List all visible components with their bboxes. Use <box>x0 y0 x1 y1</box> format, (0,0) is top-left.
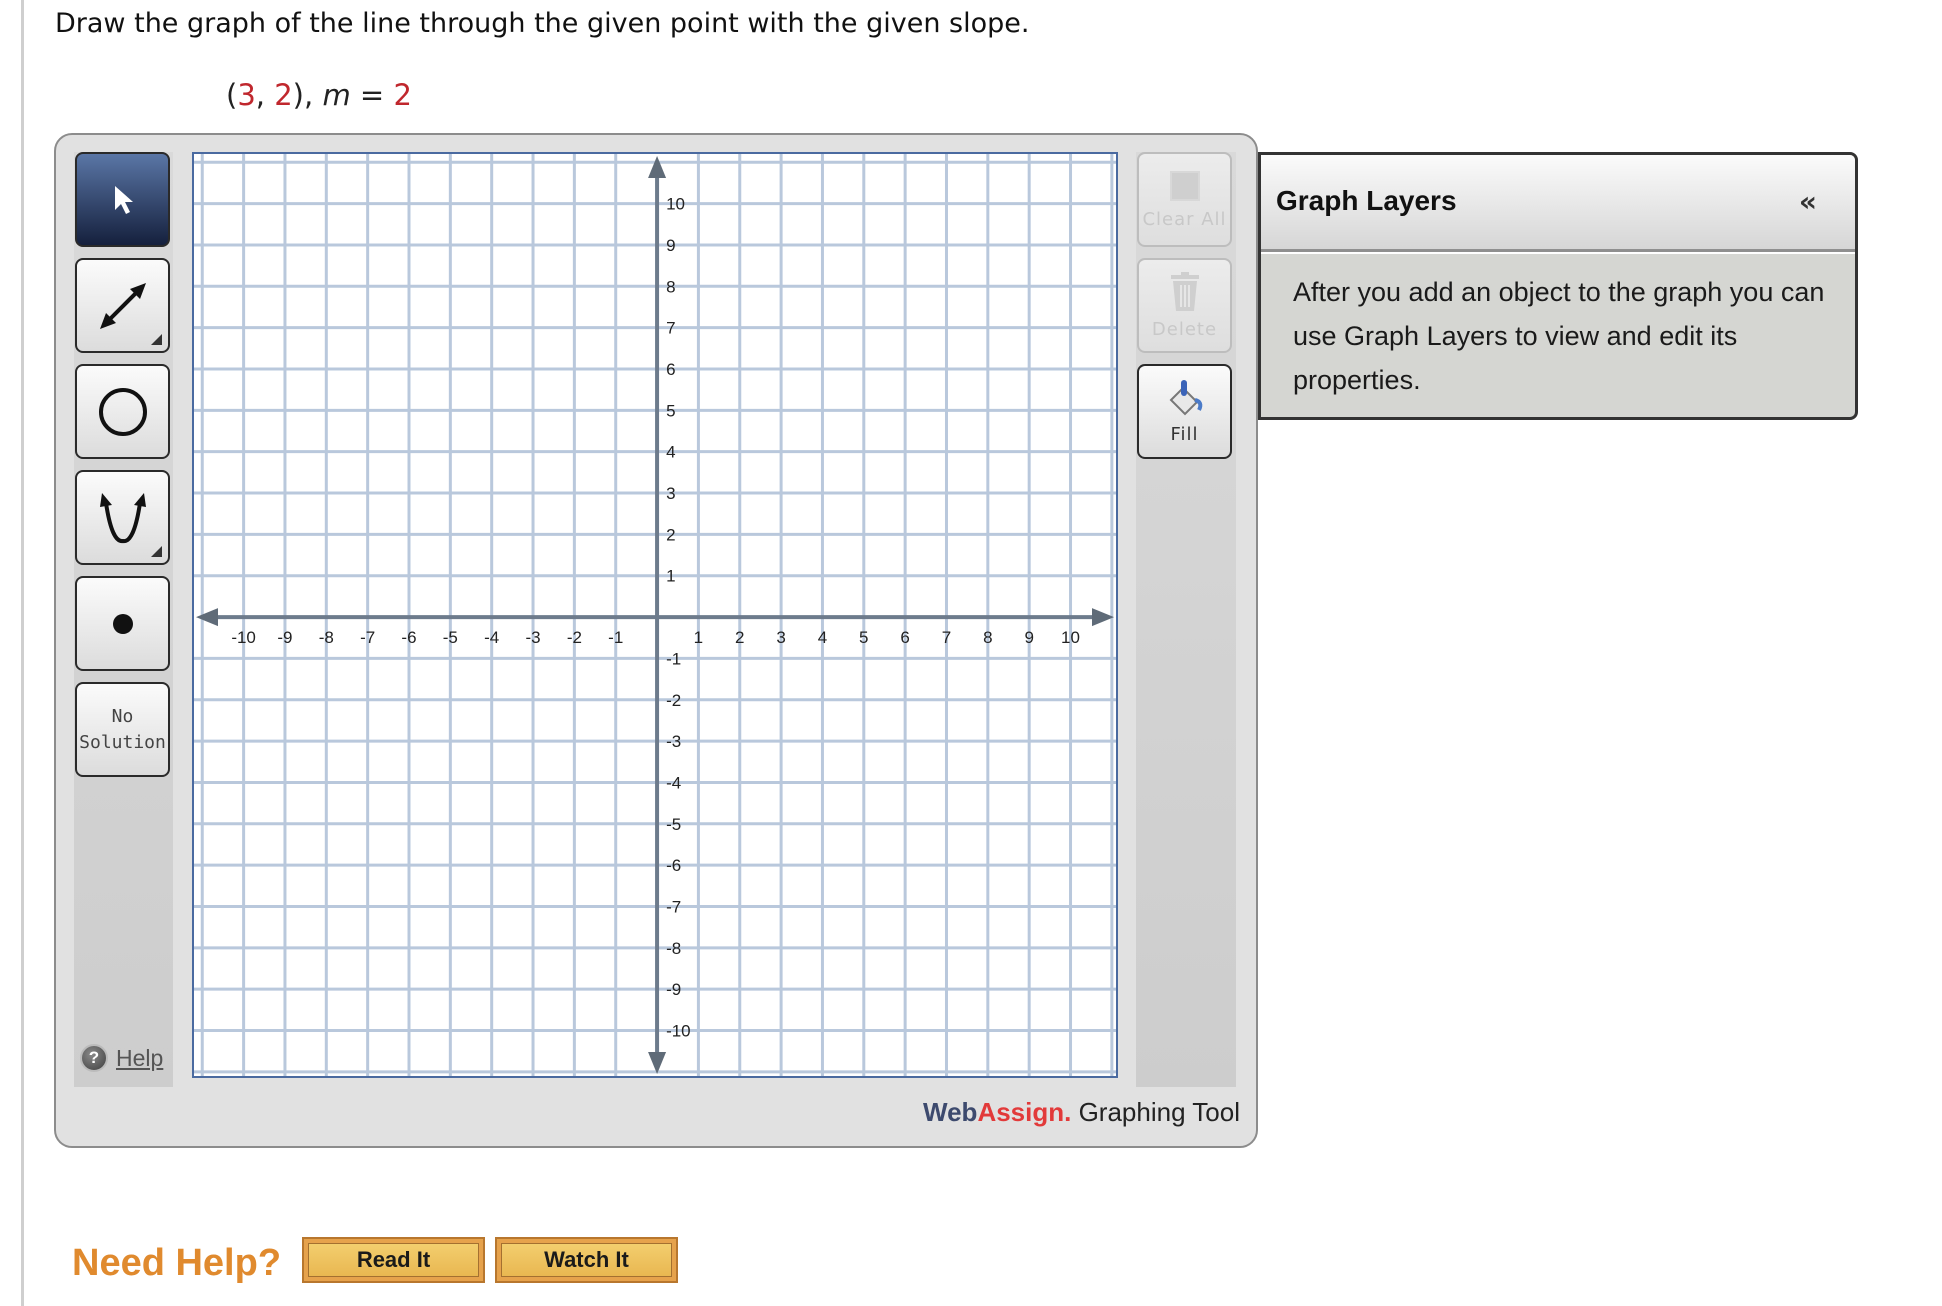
need-help-label: Need Help? <box>72 1242 282 1284</box>
slope-value: 2 <box>393 78 412 112</box>
line-tool-button[interactable] <box>75 258 170 353</box>
y-tick-label: -1 <box>666 649 681 668</box>
question-equation: (3, 2), m = 2 <box>226 78 412 112</box>
parabola-icon <box>99 492 146 543</box>
slope-variable: m <box>322 78 351 112</box>
pointer-arrow-icon <box>114 185 133 214</box>
x-tick-label: -9 <box>277 628 292 647</box>
help-link[interactable]: ? Help <box>80 1044 163 1072</box>
y-tick-label: -6 <box>666 856 681 875</box>
graph-layers-description: After you add an object to the graph you… <box>1293 277 1825 395</box>
y-tick-label: 8 <box>666 277 675 296</box>
x-tick-label: 5 <box>859 628 868 647</box>
page-left-divider <box>21 0 24 1306</box>
y-tick-label: -4 <box>666 773 681 792</box>
brand-assign: Assign. <box>977 1097 1072 1127</box>
x-tick-label: 4 <box>818 628 827 647</box>
point-separator: , <box>255 78 275 112</box>
x-tick-label: -6 <box>401 628 416 647</box>
delete-label: Delete <box>1151 319 1218 340</box>
graph-layers-header: Graph Layers « <box>1261 155 1855 252</box>
point-y-value: 2 <box>274 78 293 112</box>
no-solution-button[interactable]: No Solution <box>75 682 170 777</box>
x-axis-left-arrow <box>196 608 218 627</box>
x-tick-label: 6 <box>900 628 909 647</box>
webassign-branding: WebAssign. Graphing Tool <box>918 1097 1240 1128</box>
y-tick-label: -8 <box>666 939 681 958</box>
y-tick-label: 3 <box>666 484 675 503</box>
y-tick-label: -7 <box>666 897 681 916</box>
double-arrow-line-icon <box>99 282 146 329</box>
clear-all-button[interactable]: Clear All <box>1137 152 1232 247</box>
clear-all-label: Clear All <box>1142 209 1227 230</box>
no-solution-label: No Solution <box>79 704 166 756</box>
y-tick-label: -5 <box>666 815 681 834</box>
x-tick-label: 7 <box>942 628 951 647</box>
help-link-label[interactable]: Help <box>116 1045 163 1072</box>
x-tick-label: -5 <box>443 628 458 647</box>
select-tool-button[interactable] <box>75 152 170 247</box>
x-tick-label: -2 <box>567 628 582 647</box>
y-tick-label: 9 <box>666 236 675 255</box>
y-axis-top-arrow <box>648 156 667 178</box>
circle-tool-button[interactable] <box>75 364 170 459</box>
read-it-button[interactable]: Read It <box>302 1237 485 1283</box>
read-it-label: Read It <box>308 1243 479 1277</box>
point-tool-button[interactable] <box>75 576 170 671</box>
x-tick-label: -10 <box>231 628 256 647</box>
y-tick-label: -2 <box>666 691 681 710</box>
no-solution-line2: Solution <box>79 731 166 753</box>
point-x-value: 3 <box>237 78 256 112</box>
question-prompt: Draw the graph of the line through the g… <box>55 8 1030 39</box>
y-tick-label: 1 <box>666 567 675 586</box>
parabola-tool-button[interactable] <box>75 470 170 565</box>
y-tick-label: -3 <box>666 732 681 751</box>
graph-layers-panel: Graph Layers « After you add an object t… <box>1258 152 1858 420</box>
circle-icon <box>98 387 147 436</box>
y-tick-label: -9 <box>666 980 681 999</box>
collapse-panel-icon[interactable]: « <box>1799 185 1817 218</box>
question-mark-icon: ? <box>80 1044 108 1072</box>
graph-layers-title: Graph Layers <box>1276 185 1457 216</box>
y-tick-label: 7 <box>666 319 675 338</box>
x-tick-label: -4 <box>484 628 499 647</box>
brand-web: Web <box>923 1097 978 1127</box>
slope-equals: = <box>350 78 394 112</box>
y-tick-label: 2 <box>666 525 675 544</box>
x-tick-label: 8 <box>983 628 992 647</box>
clear-all-icon <box>1169 171 1200 201</box>
graph-canvas[interactable]: -10 -9 -8 -7 -6 -5 -4 -3 -2 -1 1 2 3 4 5 6 7 8 9 10 10 9 8 7 6 5 4… <box>192 152 1118 1078</box>
delete-button[interactable]: Delete <box>1137 258 1232 353</box>
watch-it-button[interactable]: Watch It <box>495 1237 678 1283</box>
x-tick-label: -3 <box>525 628 540 647</box>
submenu-indicator-icon <box>151 334 162 345</box>
watch-it-label: Watch It <box>501 1243 672 1277</box>
x-tick-label: 9 <box>1024 628 1033 647</box>
point-dot-icon <box>112 613 133 634</box>
x-tick-label: -8 <box>319 628 334 647</box>
y-tick-label: -10 <box>666 1022 691 1041</box>
x-tick-label: -7 <box>360 628 375 647</box>
x-tick-label: 3 <box>776 628 785 647</box>
x-tick-label: 10 <box>1061 628 1080 647</box>
paren-close: ), <box>292 78 314 112</box>
paint-bucket-icon <box>1169 380 1202 416</box>
y-tick-label: 6 <box>666 360 675 379</box>
fill-button[interactable]: Fill <box>1137 364 1232 459</box>
x-tick-label: -1 <box>608 628 623 647</box>
paren-open: ( <box>226 78 238 112</box>
trash-can-icon <box>1170 272 1199 311</box>
no-solution-line1: No <box>111 705 134 727</box>
brand-graphing-tool: Graphing Tool <box>1071 1097 1240 1127</box>
submenu-indicator-icon <box>151 546 162 557</box>
fill-label: Fill <box>1170 424 1199 445</box>
coordinate-grid[interactable]: -10 -9 -8 -7 -6 -5 -4 -3 -2 -1 1 2 3 4 5 6 7 8 9 10 10 9 8 7 6 5 4… <box>194 154 1116 1076</box>
y-tick-label: 5 <box>666 401 675 420</box>
x-tick-label: 2 <box>735 628 744 647</box>
x-tick-label: 1 <box>694 628 703 647</box>
y-tick-label: 10 <box>666 195 685 214</box>
y-tick-label: 4 <box>666 443 675 462</box>
